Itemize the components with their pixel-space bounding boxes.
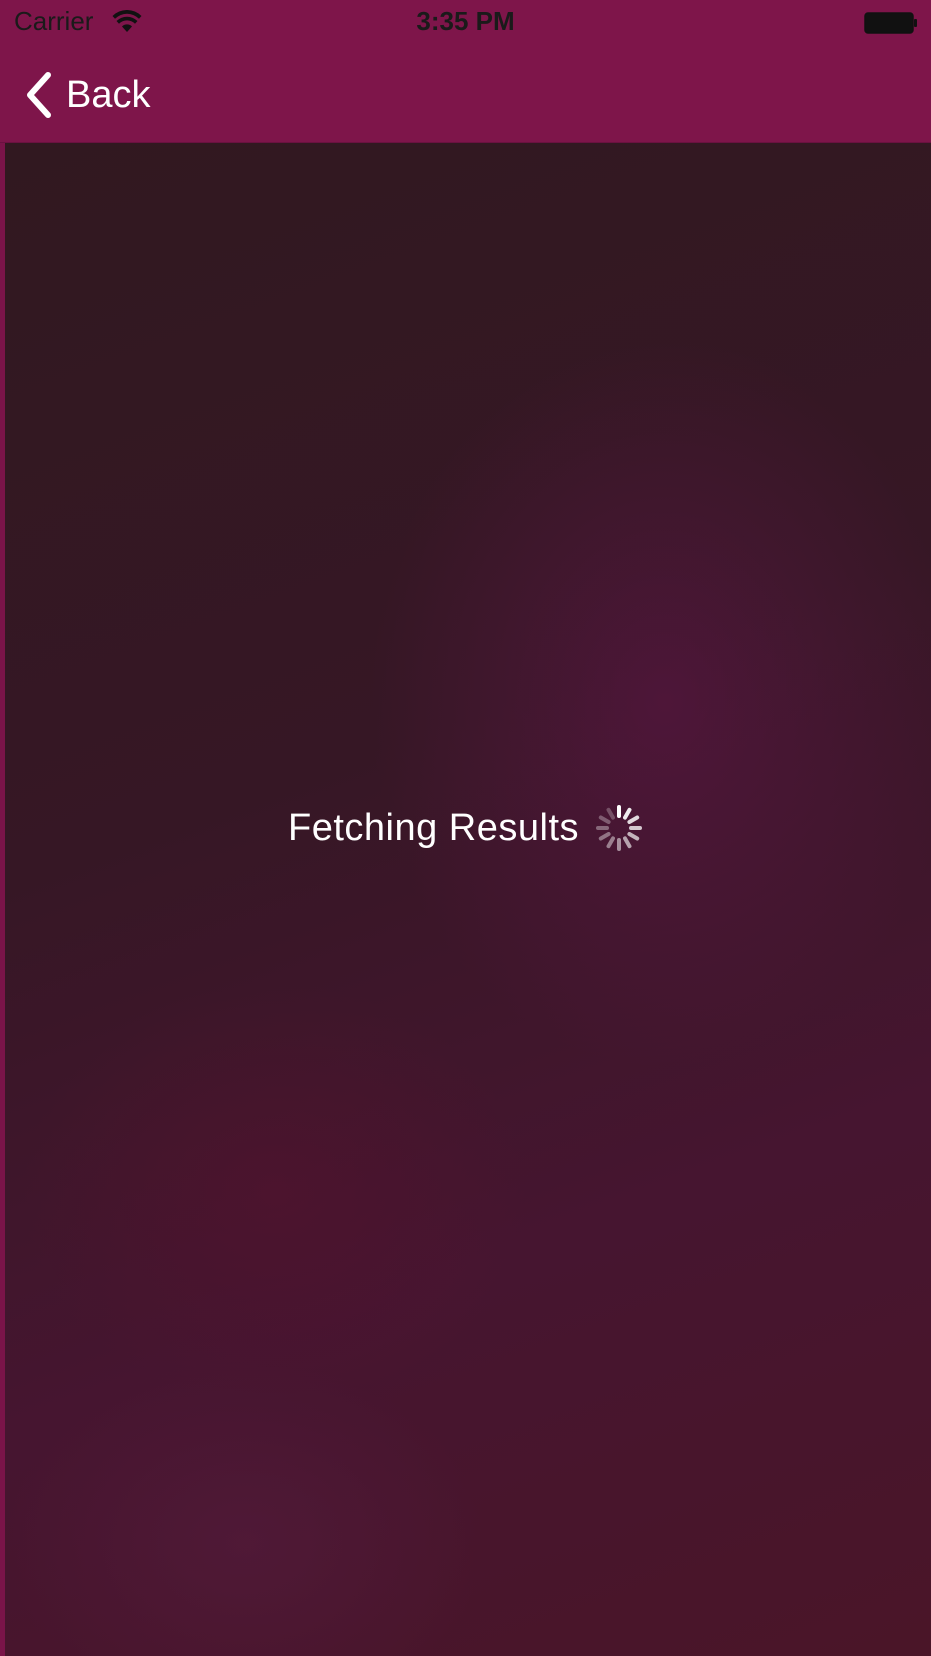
battery-icon: [864, 12, 917, 34]
navigation-bar: Back: [0, 46, 931, 143]
chevron-left-icon: [27, 72, 51, 118]
loading-text: Fetching Results: [287, 806, 579, 849]
loading-indicator: Fetching Results: [0, 800, 931, 856]
results-content-area: [5, 143, 931, 1656]
status-time: 3:35 PM: [416, 6, 515, 36]
status-bar: Carrier 3:35 PM: [0, 0, 931, 46]
app-screen: Carrier 3:35 PM Back Fetching Results: [0, 0, 931, 1656]
back-button-label: Back: [66, 73, 151, 116]
spinner-icon: [596, 805, 642, 851]
back-button[interactable]: Back: [24, 70, 150, 120]
